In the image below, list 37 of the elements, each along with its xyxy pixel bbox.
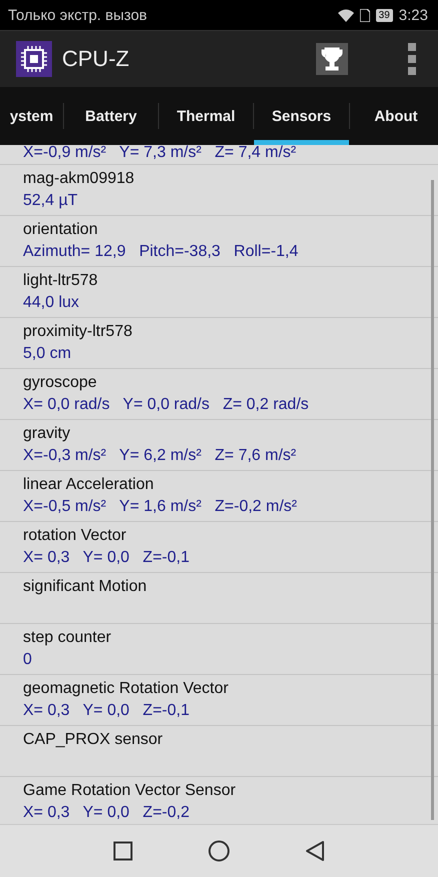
sensor-name: gravity xyxy=(23,424,72,444)
app-title: CPU-Z xyxy=(62,46,130,72)
sensor-name: CAP_PROX sensor xyxy=(23,730,164,750)
sensor-name: orientation xyxy=(23,220,99,240)
sensor-value: X= 0,3 Y= 0,0 Z=-0,1 xyxy=(23,701,190,721)
sensor-value: 44,0 lux xyxy=(23,293,80,313)
clock-text: 3:23 xyxy=(398,6,428,24)
more-menu-button[interactable] xyxy=(406,43,418,75)
sensor-value: 0 xyxy=(23,650,33,670)
sensor-name: step counter xyxy=(23,628,112,648)
sensor-name: linear Acceleration xyxy=(23,475,155,495)
home-button[interactable] xyxy=(208,840,230,862)
sensor-value: X=-0,3 m/s² Y= 6,2 m/s² Z= 7,6 m/s² xyxy=(23,446,298,466)
trophy-button[interactable] xyxy=(316,43,348,75)
sensor-name: mag-akm09918 xyxy=(23,169,136,189)
sensor-name: gyroscope xyxy=(23,373,98,393)
sensor-value: X= 0,0 rad/s Y= 0,0 rad/s Z= 0,2 rad/s xyxy=(23,395,310,415)
sensor-value: X= 0,3 Y= 0,0 Z=-0,1 xyxy=(23,548,190,568)
sensor-name: Game Rotation Vector Sensor xyxy=(23,781,237,801)
sensor-value: Azimuth= 12,9 Pitch=-38,3 Roll=-1,4 xyxy=(23,242,300,262)
sensor-value: 52,4 µT xyxy=(23,191,79,211)
sensor-name: proximity-ltr578 xyxy=(23,322,134,342)
sensor-name: light-ltr578 xyxy=(23,271,99,291)
sensor-name: rotation Vector xyxy=(23,526,128,546)
sensor-name: significant Motion xyxy=(23,577,148,597)
sensor-value: X=-0,5 m/s² Y= 1,6 m/s² Z=-0,2 m/s² xyxy=(23,497,298,517)
sensor-value: X= 0,3 Y= 0,0 Z=-0,2 xyxy=(23,803,190,823)
carrier-text: Только экстр. вызов xyxy=(8,6,148,24)
back-button[interactable] xyxy=(305,840,325,862)
battery-level: 39 xyxy=(376,8,393,22)
sensor-value: 5,0 cm xyxy=(23,344,72,364)
sensor-name: geomagnetic Rotation Vector xyxy=(23,679,230,699)
sensor-value: X=-0,9 m/s² Y= 7,3 m/s² Z= 7,4 m/s² xyxy=(23,145,298,163)
recents-button[interactable] xyxy=(113,841,133,861)
sim-icon xyxy=(360,8,370,22)
wifi-icon xyxy=(338,8,354,22)
chip-icon xyxy=(16,41,52,77)
